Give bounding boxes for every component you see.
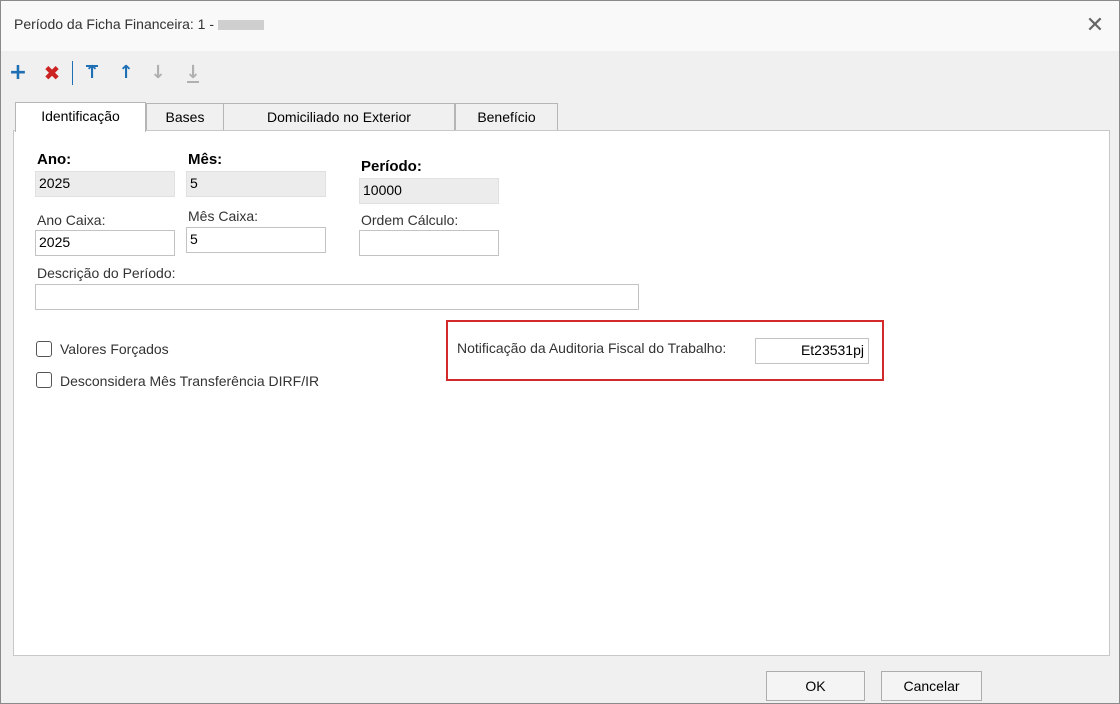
x-icon[interactable]: ✖ xyxy=(41,55,63,91)
plus-icon[interactable]: + xyxy=(7,55,29,91)
descricao-label: Descrição do Período: xyxy=(37,265,176,281)
ok-button[interactable]: OK xyxy=(766,671,865,701)
periodo-field: 10000 xyxy=(359,178,499,204)
descricao-input[interactable] xyxy=(35,284,639,310)
tab-beneficio[interactable]: Benefício xyxy=(455,103,558,131)
arrow-up-icon[interactable]: ↑ xyxy=(115,55,137,91)
toolbar-divider xyxy=(72,61,73,85)
tab-domiciliado-exterior[interactable]: Domiciliado no Exterior xyxy=(223,103,455,131)
window-title: Período da Ficha Financeira: 1 - xyxy=(14,16,264,32)
periodo-label: Período: xyxy=(361,158,422,175)
ano-field: 2025 xyxy=(35,171,175,197)
identificacao-panel xyxy=(13,130,1110,656)
close-button[interactable]: ✕ xyxy=(1079,9,1111,41)
close-icon: ✕ xyxy=(1085,12,1105,37)
ano-caixa-label: Ano Caixa: xyxy=(37,212,106,228)
mes-caixa-input[interactable]: 5 xyxy=(186,227,326,253)
ordem-calculo-input[interactable] xyxy=(359,230,499,256)
toolbar: + ✖ ↑ ↑ ↓ ↓ xyxy=(1,55,401,91)
tab-bases[interactable]: Bases xyxy=(146,103,224,131)
notificacao-label: Notificação da Auditoria Fiscal do Traba… xyxy=(457,340,727,356)
notificacao-input[interactable]: Et23531pj xyxy=(755,338,869,364)
valores-forcados-label: Valores Forçados xyxy=(60,341,169,357)
arrow-top-icon[interactable]: ↑ xyxy=(81,55,103,91)
window-title-text: Período da Ficha Financeira: 1 - xyxy=(14,16,214,32)
ano-caixa-input[interactable]: 2025 xyxy=(35,230,175,256)
mes-caixa-label: Mês Caixa: xyxy=(188,208,259,224)
arrow-bottom-icon[interactable]: ↓ xyxy=(182,55,204,91)
title-bar: Período da Ficha Financeira: 1 - ✕ xyxy=(1,1,1119,51)
mes-label: Mês: xyxy=(188,151,223,168)
dialog-window: Período da Ficha Financeira: 1 - ✕ + ✖ ↑… xyxy=(0,0,1120,704)
desconsidera-label: Desconsidera Mês Transferência DIRF/IR xyxy=(60,373,320,389)
ano-label: Ano: xyxy=(37,151,72,168)
tab-identificacao[interactable]: Identificação xyxy=(15,102,146,132)
mes-field: 5 xyxy=(186,171,326,197)
redacted-text xyxy=(218,20,264,31)
cancel-button[interactable]: Cancelar xyxy=(881,671,982,701)
arrow-down-icon[interactable]: ↓ xyxy=(147,55,169,91)
valores-forcados-checkbox[interactable] xyxy=(36,341,52,357)
ordem-calculo-label: Ordem Cálculo: xyxy=(361,212,459,228)
desconsidera-checkbox[interactable] xyxy=(36,372,52,388)
